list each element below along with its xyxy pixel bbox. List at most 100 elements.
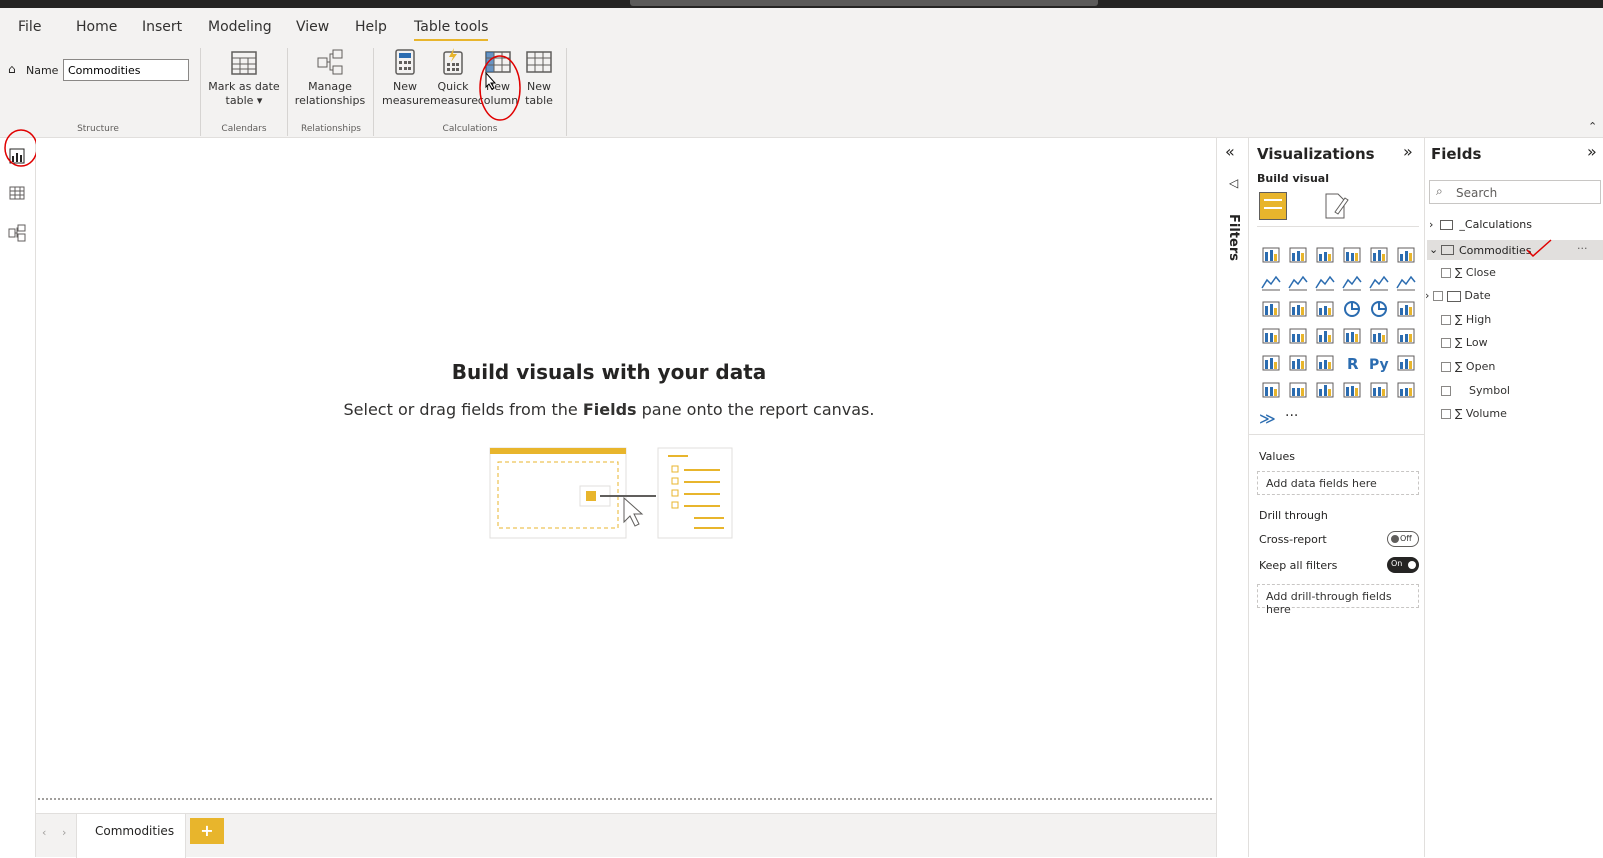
scatter-chart-icon[interactable] [1315,300,1335,318]
100-stacked-bar-chart-icon[interactable] [1369,246,1389,264]
keep-all-filters-toggle[interactable]: On [1387,557,1419,573]
card-icon[interactable] [1342,327,1362,345]
kpi-icon[interactable] [1396,327,1416,345]
qa-icon[interactable] [1288,381,1308,399]
paginated-report-icon[interactable] [1342,381,1362,399]
pie-chart-icon[interactable] [1342,300,1362,318]
more-options-icon[interactable]: ··· [1577,242,1588,255]
slicer-icon[interactable] [1261,354,1281,372]
table-commodities[interactable]: ⌄ Commodities ··· [1427,240,1603,260]
checkbox[interactable] [1441,268,1451,278]
checkbox[interactable] [1441,315,1451,325]
field-open[interactable]: ∑ Open [1441,360,1495,373]
model-view-icon[interactable] [8,224,26,242]
field-date[interactable]: › Date [1425,289,1491,302]
format-visual-icon[interactable] [1323,192,1349,220]
data-view-icon[interactable] [9,186,25,200]
matrix-icon[interactable] [1315,354,1335,372]
stacked-column-chart-icon[interactable] [1288,246,1308,264]
field-low[interactable]: ∑ Low [1441,336,1488,349]
menu-file[interactable]: File [18,19,41,35]
stacked-bar-chart-icon[interactable] [1261,246,1281,264]
field-name: Close [1465,266,1496,279]
power-automate-icon[interactable] [1396,381,1416,399]
checkbox[interactable] [1441,338,1451,348]
line-clustered-column-chart-icon[interactable] [1369,273,1389,291]
python-visual-icon[interactable]: Py [1369,354,1389,372]
checkbox[interactable] [1441,362,1451,372]
mark-as-date-table-button[interactable]: Mark as date table ▾ [206,48,282,108]
cross-report-toggle[interactable]: Off [1387,531,1419,547]
collapse-ribbon-icon[interactable]: ⌃ [1588,120,1597,133]
mouse-cursor-icon [485,72,497,90]
ribbon-chart-icon[interactable] [1396,273,1416,291]
stacked-area-chart-icon[interactable] [1315,273,1335,291]
filters-pane-collapsed[interactable]: « ◁ Filters [1216,138,1248,857]
table-visual-icon[interactable] [1288,354,1308,372]
table-name-input[interactable] [63,59,189,81]
donut-chart-icon[interactable] [1369,300,1389,318]
menu-insert[interactable]: Insert [142,19,182,35]
collapse-fields-icon[interactable]: » [1587,142,1597,161]
table-calculations[interactable]: › _Calculations [1429,218,1532,231]
table-icon [1439,220,1453,230]
menu-modeling[interactable]: Modeling [208,19,272,35]
area-chart-icon[interactable] [1288,273,1308,291]
line-chart-icon[interactable] [1261,273,1281,291]
checkbox[interactable] [1441,409,1451,419]
checkbox[interactable] [1433,291,1444,301]
menu-home[interactable]: Home [76,19,117,35]
key-influencers-icon[interactable] [1396,354,1416,372]
search-placeholder: Search [1456,186,1498,200]
field-high[interactable]: ∑ High [1441,313,1491,326]
field-name: Open [1465,360,1496,373]
clustered-bar-chart-icon[interactable] [1315,246,1335,264]
map-icon[interactable] [1261,327,1281,345]
r-script-visual-icon[interactable]: R [1342,354,1362,372]
keep-all-filters-label: Keep all filters [1259,559,1338,572]
page-tab-commodities[interactable]: Commodities [76,814,186,858]
power-apps-icon[interactable] [1369,381,1389,399]
multi-row-card-icon[interactable] [1369,327,1389,345]
prev-page-icon[interactable]: ‹ [42,826,46,839]
cross-report-label: Cross-report [1259,533,1327,546]
canvas-subtitle-fields: Fields [582,400,637,419]
expand-filters-icon[interactable]: « [1225,142,1235,161]
values-drop-well[interactable]: Add data fields here [1257,471,1419,495]
line-column-chart-icon[interactable] [1342,273,1362,291]
clustered-column-chart-icon[interactable] [1342,246,1362,264]
100-stacked-column-chart-icon[interactable] [1396,246,1416,264]
add-page-button[interactable]: + [190,818,224,844]
menu-view[interactable]: View [296,19,329,35]
smart-narrative-icon[interactable] [1315,381,1335,399]
title-search-box[interactable] [630,0,1098,6]
field-name: High [1465,313,1492,326]
quick-measure-button[interactable]: Quick measure [430,48,478,108]
new-measure-button[interactable]: New measure [382,48,430,108]
drill-through-drop-well[interactable]: Add drill-through fields here [1257,584,1419,616]
field-name: Volume [1465,407,1507,420]
more-options-icon[interactable]: ··· [1285,408,1298,424]
build-visual-tab-icon[interactable] [1259,192,1287,220]
waterfall-chart-icon[interactable] [1261,300,1281,318]
report-canvas[interactable]: Build visuals with your data Select or d… [36,138,1216,803]
canvas-subtitle-part2: pane onto the report canvas. [636,400,875,419]
decomposition-tree-icon[interactable] [1261,381,1281,399]
field-volume[interactable]: ∑ Volume [1441,407,1507,420]
fields-search-box[interactable]: ⌕ Search [1429,180,1601,204]
collapse-visualizations-icon[interactable]: » [1403,142,1413,161]
next-page-icon[interactable]: › [62,826,66,839]
field-symbol[interactable]: Symbol [1441,384,1510,397]
filled-map-icon[interactable] [1288,327,1308,345]
canvas-subtitle: Select or drag fields from the Fields pa… [36,400,1182,419]
menu-table-tools[interactable]: Table tools [414,19,489,41]
get-more-visuals-icon[interactable]: ≫ [1259,409,1276,428]
gauge-icon[interactable] [1315,327,1335,345]
menu-help[interactable]: Help [355,19,387,35]
checkbox[interactable] [1441,386,1451,396]
funnel-chart-icon[interactable] [1288,300,1308,318]
manage-relationships-button[interactable]: Manage relationships [292,48,368,108]
treemap-icon[interactable] [1396,300,1416,318]
cross-report-toggle-state: Off [1400,534,1412,543]
field-close[interactable]: ∑ Close [1441,266,1496,279]
